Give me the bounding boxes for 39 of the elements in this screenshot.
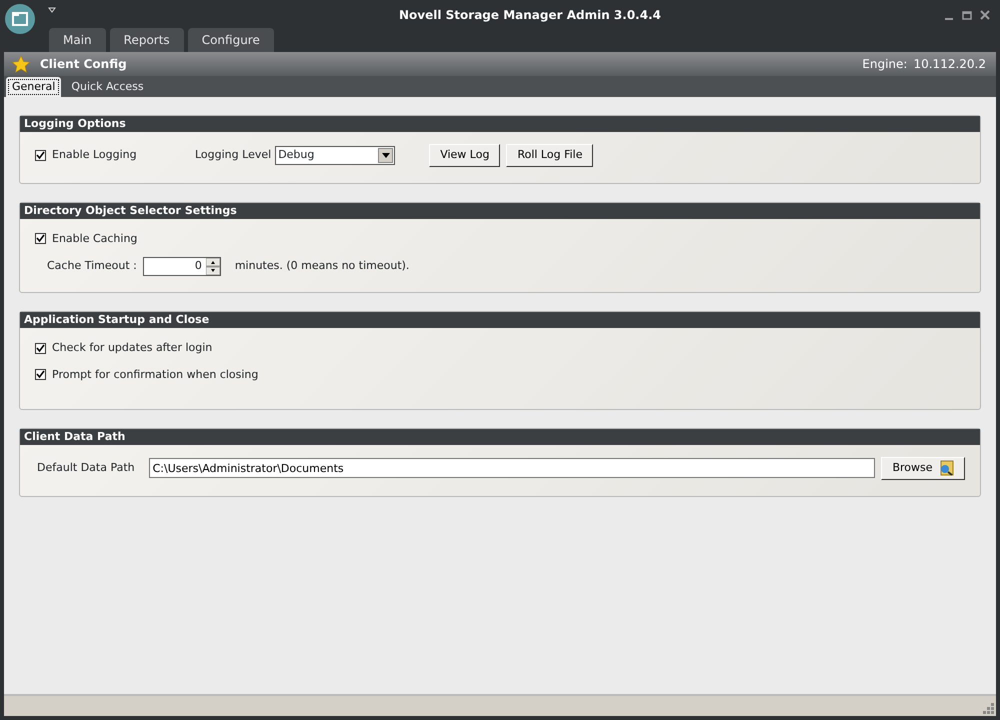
ribbon-tab[interactable]: Reports	[110, 28, 184, 52]
app-logo-icon[interactable]	[4, 3, 36, 35]
window-title: Novell Storage Manager Admin 3.0.4.4	[398, 7, 662, 24]
ribbon-tab[interactable]: Configure	[188, 28, 274, 52]
checkbox[interactable]	[35, 233, 46, 244]
section-header: Client Data Path	[20, 429, 980, 445]
engine-label: Engine:	[862, 56, 908, 73]
checkbox-label: Prompt for confirmation when closing	[52, 366, 258, 382]
dropdown[interactable]: Debug	[275, 146, 396, 165]
section-header: Application Startup and Close	[20, 312, 980, 328]
checkbox[interactable]	[35, 150, 46, 161]
tab[interactable]: General	[6, 76, 62, 97]
maximize-icon[interactable]	[962, 10, 972, 20]
folder-search-icon	[938, 460, 954, 476]
close-icon[interactable]	[980, 10, 990, 20]
checkbox-label: Enable Logging	[52, 147, 137, 163]
engine-address: 10.112.20.2	[913, 56, 986, 73]
number-spinner[interactable]: 0	[142, 257, 221, 276]
path-field[interactable]: C:\Users\Administrator\Documents	[148, 458, 876, 478]
caret-icon[interactable]	[378, 148, 394, 163]
tab[interactable]: Quick Access	[65, 76, 150, 97]
page-title: Client Config	[40, 56, 127, 73]
field-label: Cache Timeout :	[47, 258, 137, 274]
checkbox-label: Check for updates after login	[52, 340, 212, 356]
checkbox[interactable]	[35, 342, 46, 354]
section-header: Directory Object Selector Settings	[20, 202, 980, 218]
checkbox[interactable]	[35, 369, 46, 380]
resize-grip-icon[interactable]	[983, 703, 994, 714]
field-label: Default Data Path	[37, 460, 135, 476]
hint-text: minutes. (0 means no timeout).	[234, 258, 410, 274]
ribbon-tab[interactable]: Main	[49, 28, 106, 52]
button[interactable]: Roll Log File	[506, 144, 594, 166]
checkbox-label: Enable Caching	[52, 230, 138, 246]
browse-button[interactable]: Browse	[881, 457, 965, 480]
button[interactable]: View Log	[429, 144, 500, 166]
star-icon	[12, 56, 30, 72]
field-label: Logging Level	[195, 147, 272, 163]
section-header: Logging Options	[20, 116, 980, 132]
dropdown-arrow-icon[interactable]	[48, 7, 56, 13]
